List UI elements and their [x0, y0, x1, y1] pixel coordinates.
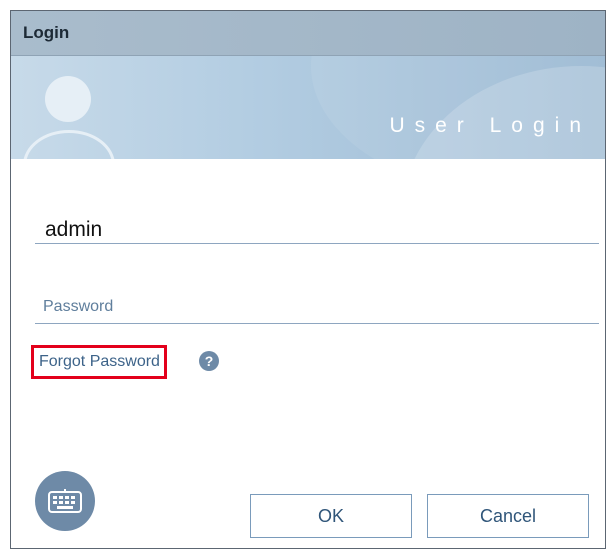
avatar-head — [45, 76, 91, 122]
forgot-password-link[interactable]: Forgot Password — [31, 345, 167, 379]
cancel-button[interactable]: Cancel — [427, 494, 589, 538]
forgot-password-label: Forgot Password — [39, 353, 160, 370]
login-banner: User Login — [11, 56, 605, 159]
username-underline — [35, 243, 599, 244]
help-symbol: ? — [204, 353, 214, 369]
password-field[interactable] — [35, 290, 599, 324]
avatar-body — [23, 130, 115, 159]
banner-title-text: User Login — [389, 114, 591, 137]
ok-button[interactable]: OK — [250, 494, 412, 538]
window-title: Login — [23, 23, 70, 42]
banner-title: User Login — [389, 114, 591, 138]
title-bar: Login — [11, 11, 605, 56]
login-dialog: Login User Login admin Forgot Password ? — [10, 10, 606, 549]
virtual-keyboard-button[interactable] — [35, 471, 95, 531]
username-field[interactable]: admin — [45, 218, 102, 242]
keyboard-icon — [48, 489, 82, 513]
help-icon[interactable]: ? — [199, 351, 219, 371]
